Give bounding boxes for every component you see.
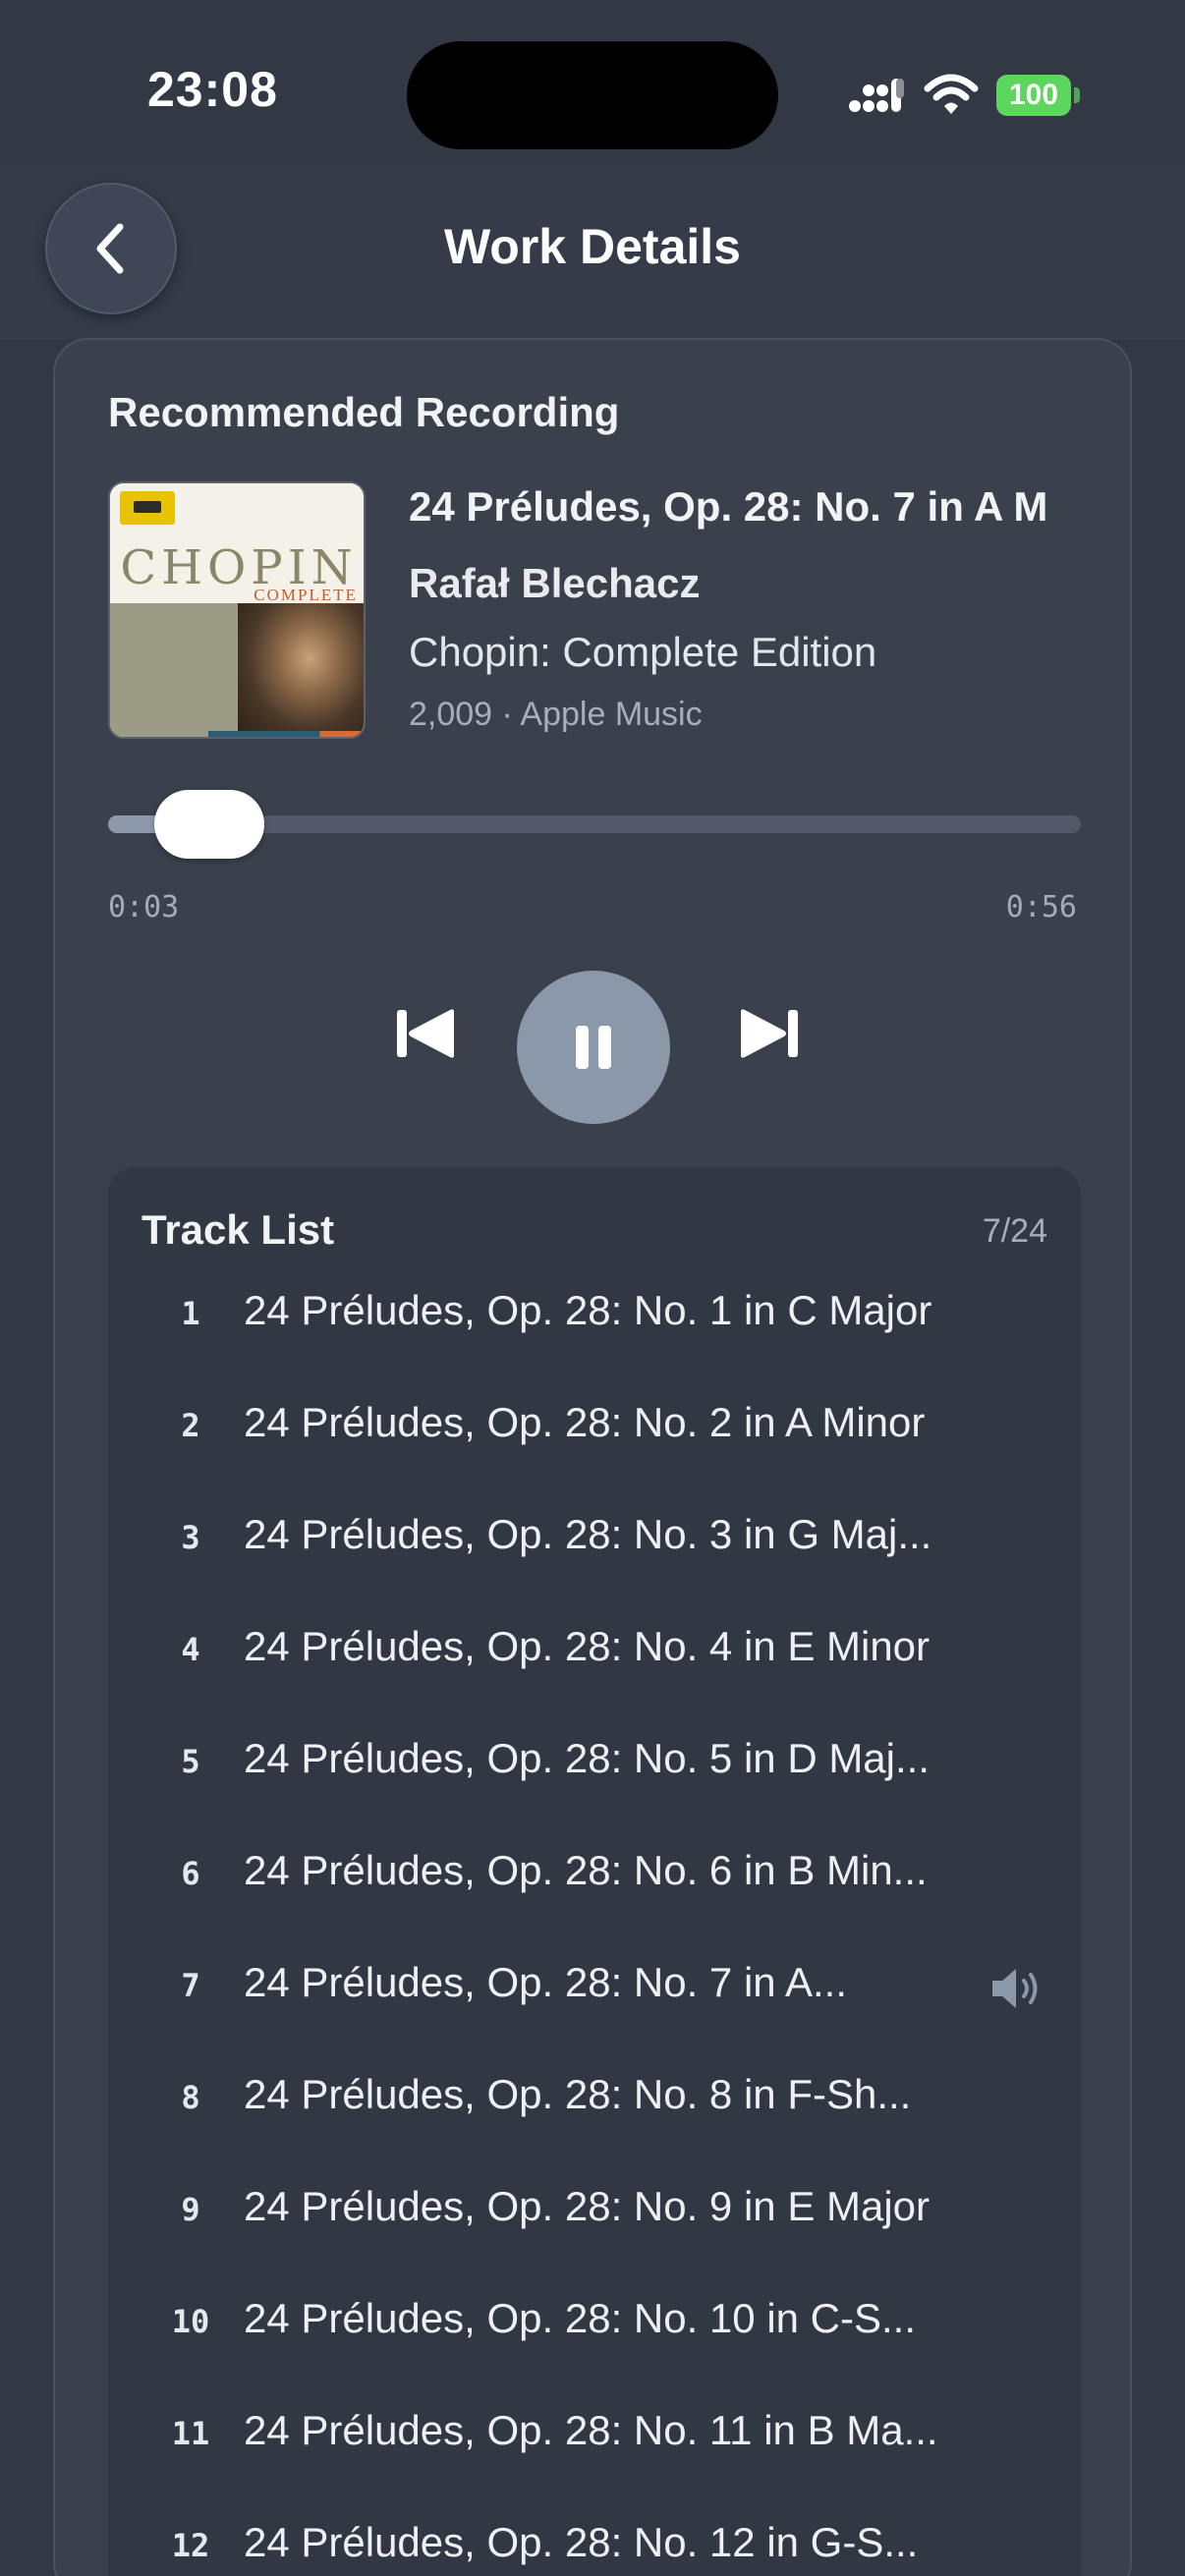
track-list: Track List 7/24 1 24 Préludes, Op. 28: No… (108, 1167, 1081, 2576)
track-title: 24 Préludes, Op. 28: No. 8 in F-Sh... (244, 2071, 912, 2117)
now-playing-title: 24 Préludes, Op. 28: No. 7 in A M (409, 483, 1048, 530)
track-number: 6 (181, 1855, 200, 1892)
track-row[interactable]: 11 24 Préludes, Op. 28: No. 11 in B Ma... (108, 2389, 1081, 2501)
track-title: 24 Préludes, Op. 28: No. 1 in C Major (244, 1287, 932, 1333)
track-number: 7 (181, 1967, 200, 2004)
track-title: 24 Préludes, Op. 28: No. 6 in B Min... (244, 1847, 928, 1893)
cellular-signal-icon (849, 79, 904, 112)
track-row[interactable]: 9 24 Préludes, Op. 28: No. 9 in E Major (108, 2165, 1081, 2277)
composer-portrait (238, 603, 364, 737)
status-bar: 23:08 100 (0, 0, 1185, 187)
track-title: 24 Préludes, Op. 28: No. 12 in G-S... (244, 2519, 919, 2565)
track-row[interactable]: 10 24 Préludes, Op. 28: No. 10 in C-S... (108, 2277, 1081, 2389)
pause-icon (576, 1026, 611, 1069)
artist-name[interactable]: Rafał Blechacz (409, 560, 700, 607)
track-title: 24 Préludes, Op. 28: No. 2 in A Minor (244, 1399, 926, 1445)
track-title: 24 Préludes, Op. 28: No. 7 in A... (244, 1959, 848, 2005)
section-title: Recommended Recording (108, 389, 620, 435)
track-row[interactable]: 2 24 Préludes, Op. 28: No. 2 in A Minor (108, 1381, 1081, 1493)
track-title: 24 Préludes, Op. 28: No. 5 in D Maj... (244, 1735, 931, 1781)
battery-level: 100 (996, 75, 1071, 116)
skip-back-icon (397, 1009, 454, 1058)
label-logo (120, 491, 175, 525)
track-row[interactable]: 7 24 Préludes, Op. 28: No. 7 in A... (108, 1941, 1081, 2053)
progress-thumb[interactable] (154, 790, 265, 859)
track-number: 5 (181, 1743, 200, 1780)
status-time: 23:08 (147, 62, 278, 117)
page-title: Work Details (444, 219, 741, 274)
track-number: 10 (171, 2303, 210, 2340)
recording-meta: 2,009 · Apple Music (409, 696, 703, 733)
track-position: 7/24 (982, 1212, 1047, 1250)
track-row[interactable]: 8 24 Préludes, Op. 28: No. 8 in F-Sh... (108, 2053, 1081, 2165)
total-duration: 0:56 (1005, 890, 1077, 924)
track-number: 3 (181, 1519, 200, 1556)
track-title: 24 Préludes, Op. 28: No. 4 in E Minor (244, 1623, 931, 1669)
track-number: 12 (171, 2527, 210, 2564)
elapsed-time: 0:03 (108, 890, 180, 924)
track-list-title: Track List (141, 1206, 335, 1253)
track-row[interactable]: 1 24 Préludes, Op. 28: No. 1 in C Major (108, 1269, 1081, 1381)
speaker-icon (992, 1969, 1038, 2008)
skip-forward-icon (741, 1009, 798, 1058)
track-number: 9 (181, 2191, 200, 2228)
album-name[interactable]: Chopin: Complete Edition (409, 629, 876, 676)
navigation-header: Work Details (0, 167, 1185, 342)
track-row[interactable]: 6 24 Préludes, Op. 28: No. 6 in B Min... (108, 1829, 1081, 1941)
dynamic-island (407, 41, 778, 149)
track-title: 24 Préludes, Op. 28: No. 3 in G Maj... (244, 1511, 932, 1557)
pause-button[interactable] (517, 971, 670, 1124)
track-number: 8 (181, 2079, 200, 2116)
track-number: 2 (181, 1407, 200, 1444)
battery-icon: 100 (996, 75, 1081, 116)
track-row[interactable]: 12 24 Préludes, Op. 28: No. 12 in G-S... (108, 2501, 1081, 2576)
next-track-button[interactable] (729, 994, 808, 1073)
track-row[interactable]: 3 24 Préludes, Op. 28: No. 3 in G Maj... (108, 1493, 1081, 1605)
track-row[interactable]: 4 24 Préludes, Op. 28: No. 4 in E Minor (108, 1605, 1081, 1717)
previous-track-button[interactable] (387, 994, 466, 1073)
wifi-icon (924, 74, 979, 114)
track-number: 4 (181, 1631, 200, 1668)
album-artwork[interactable]: CHOPIN COMPLETE EDITION (108, 481, 366, 739)
track-number: 1 (181, 1295, 200, 1332)
track-title: 24 Préludes, Op. 28: No. 11 in B Ma... (244, 2407, 938, 2453)
track-title: 24 Préludes, Op. 28: No. 9 in E Major (244, 2183, 931, 2229)
recording-card: Recommended Recording CHOPIN COMPLETE ED… (53, 338, 1132, 2576)
progress-slider[interactable] (108, 790, 1081, 859)
track-row[interactable]: 5 24 Préludes, Op. 28: No. 5 in D Maj... (108, 1717, 1081, 1829)
track-number: 11 (171, 2415, 210, 2452)
track-title: 24 Préludes, Op. 28: No. 10 in C-S... (244, 2295, 917, 2341)
